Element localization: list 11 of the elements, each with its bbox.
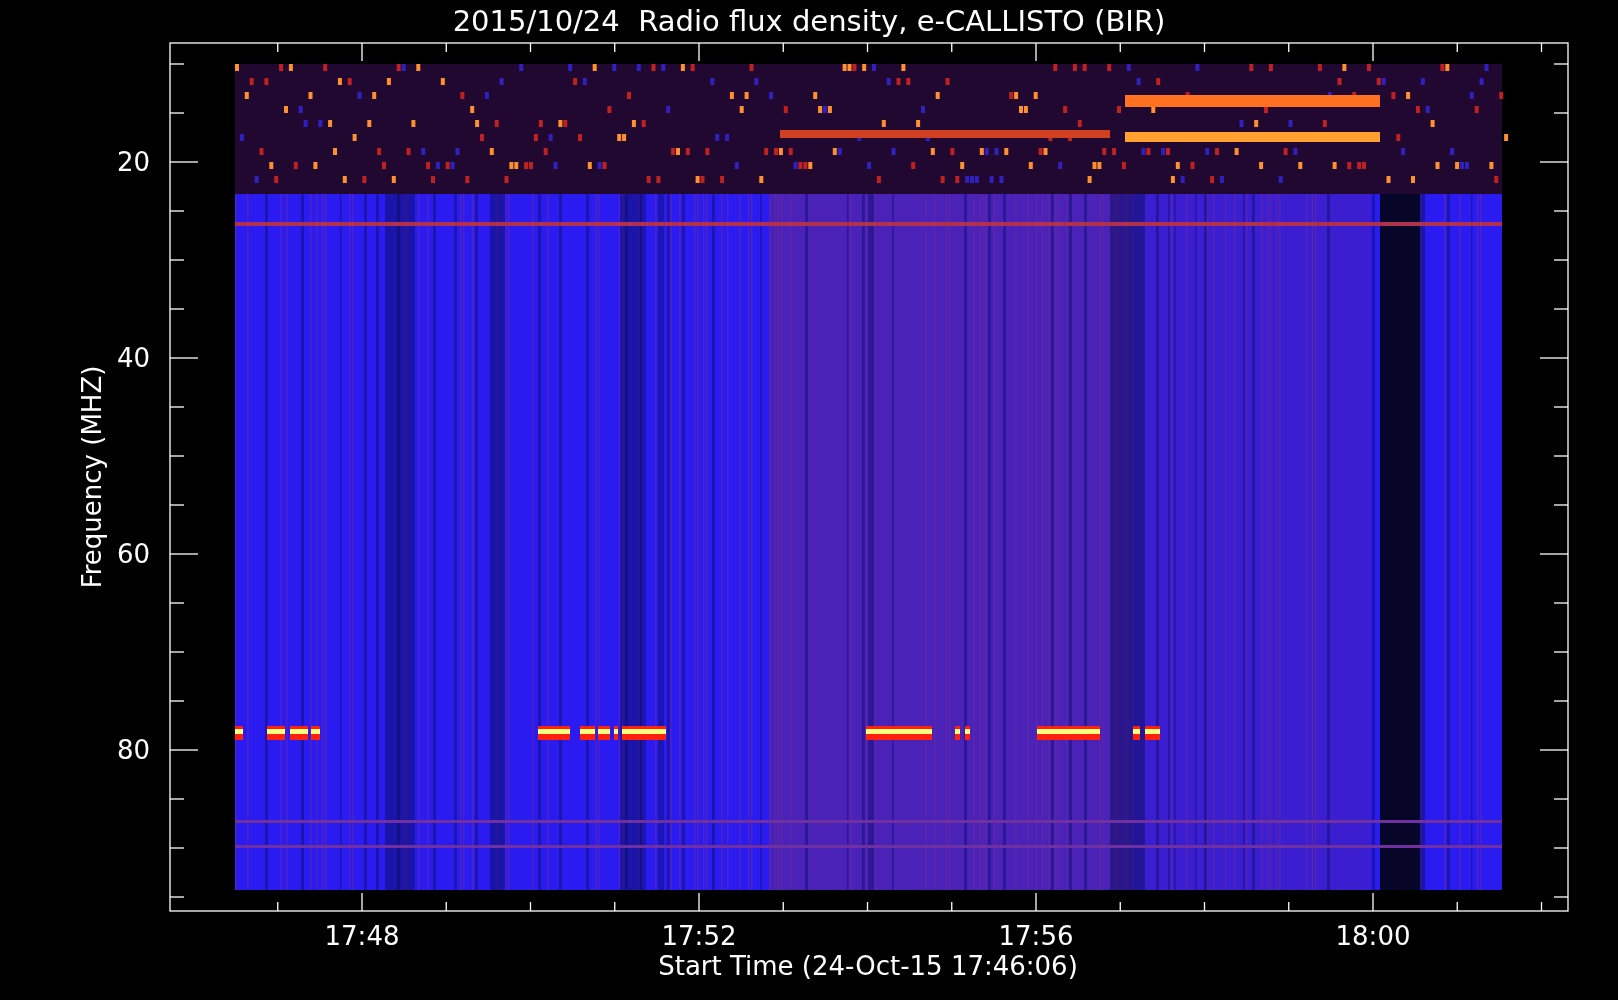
- y-tick-label: 60: [116, 539, 150, 569]
- x-tick-label: 17:48: [324, 921, 400, 951]
- x-tick-label: 18:00: [1335, 921, 1411, 951]
- y-tick-label: 20: [116, 147, 150, 177]
- y-tick-label: 40: [116, 343, 150, 373]
- x-tick-label: 17:52: [661, 921, 737, 951]
- y-axis-label: Frequency (MHZ): [77, 365, 107, 589]
- y-tick-label: 80: [116, 735, 150, 765]
- x-axis-label: Start Time (24-Oct-15 17:46:06): [658, 951, 1078, 981]
- plot-title: 2015/10/24 Radio flux density, e-CALLISTO (BIR): [451, 3, 1167, 40]
- x-tick-label: 17:56: [998, 921, 1074, 951]
